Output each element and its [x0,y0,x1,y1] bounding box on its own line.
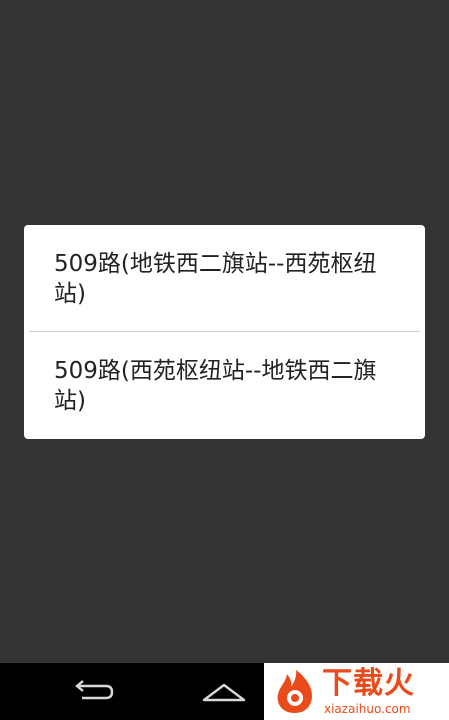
watermark-url: xiazaihuo.com [324,702,411,716]
home-icon [202,683,246,701]
watermark-title: 下载火 [322,666,415,701]
home-button[interactable] [179,663,269,720]
watermark: 下载火 xiazaihuo.com [264,663,449,720]
back-button[interactable] [48,663,138,720]
flame-logo-icon [277,670,312,713]
screen: 509路(地铁西二旗站--西苑枢纽站) 509路(西苑枢纽站--地铁西二旗站) … [0,0,449,720]
route-option[interactable]: 509路(西苑枢纽站--地铁西二旗站) [24,332,425,438]
back-icon [75,679,114,699]
route-option-label: 509路(地铁西二旗站--西苑枢纽站) [54,251,377,307]
route-option[interactable]: 509路(地铁西二旗站--西苑枢纽站) [24,225,425,331]
route-selection-dialog: 509路(地铁西二旗站--西苑枢纽站) 509路(西苑枢纽站--地铁西二旗站) [24,225,425,439]
route-option-label: 509路(西苑枢纽站--地铁西二旗站) [54,358,377,414]
